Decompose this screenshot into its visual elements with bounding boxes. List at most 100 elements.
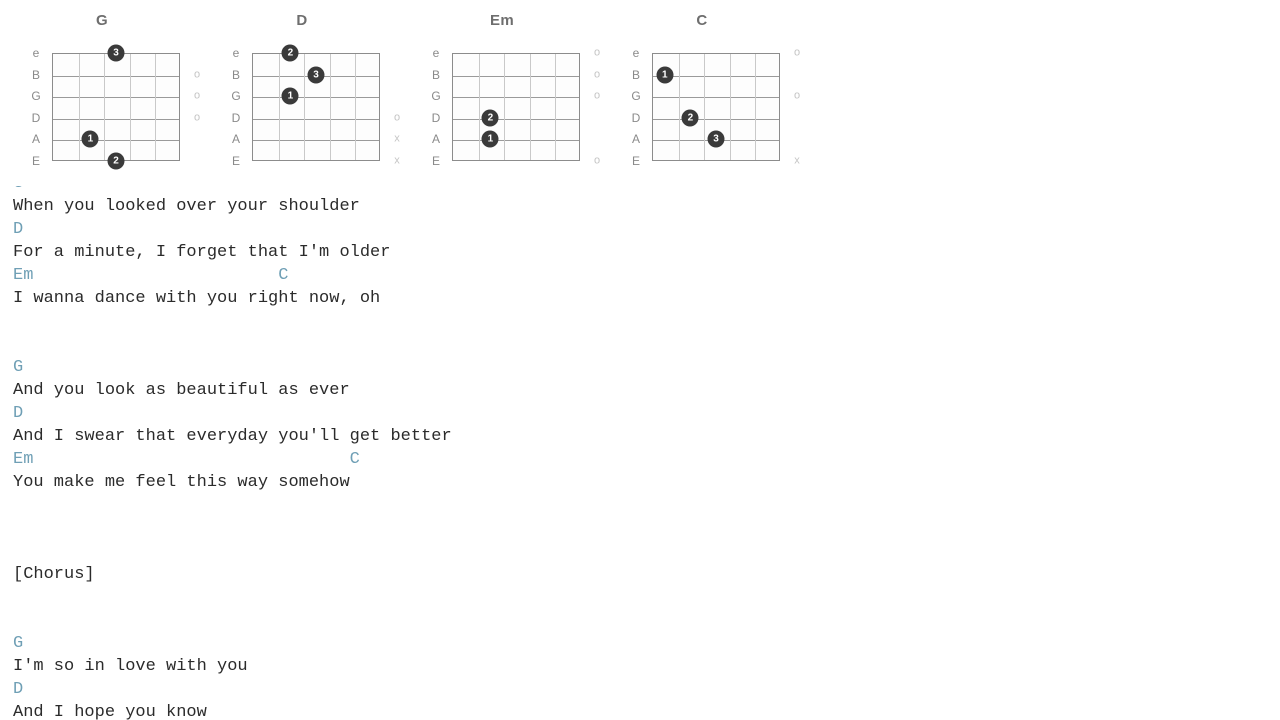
fret-line [755, 54, 757, 160]
string-label-D: D [631, 110, 641, 125]
muted-string-marker-E: x [794, 154, 800, 167]
fret-line [729, 54, 731, 160]
string-label-B: B [431, 67, 440, 82]
fret-line [504, 54, 506, 160]
string-line [53, 118, 179, 120]
chord-diagram-c: CeBGDAE 1 23 o o x [602, 0, 802, 186]
lyric-line: For a minute, I forget that I'm older [13, 243, 391, 262]
string-label-A: A [231, 132, 240, 147]
fret-line [555, 54, 557, 160]
open-string-marker-e: o [793, 46, 801, 59]
string-label-E: E [231, 154, 240, 168]
lyrics-scroll-viewport[interactable]: G When you looked over your shoulder D For … [0, 186, 1280, 720]
lyric-line: I wanna dance with you right now, oh [13, 289, 381, 308]
fret-line [529, 54, 531, 160]
string-name-column: eBGDAE [28, 47, 44, 167]
fret-line [129, 54, 131, 160]
finger-dot-3: 3 [107, 44, 125, 62]
finger-dot-2: 2 [107, 152, 125, 170]
chord-diagram-em: Em e B G D A E 2 1 o o o o [402, 0, 602, 186]
fret-line [478, 54, 480, 160]
finger-dot-2: 2 [481, 109, 499, 127]
finger-dot-1: 1 [81, 130, 99, 148]
string-label-G: G [231, 89, 241, 104]
chord-diagram-d: DeBGDAE231oxx [202, 0, 402, 186]
string-label-G: G [31, 89, 41, 104]
finger-dot-1: 1 [481, 130, 499, 148]
string-label-B: B [231, 67, 240, 82]
fret-line [155, 54, 157, 160]
lyric-line: And I swear that everyday you'll get bet… [13, 427, 452, 446]
string-label-e: e [232, 46, 240, 60]
finger-dot-3: 3 [707, 130, 725, 148]
fret-line [278, 54, 280, 160]
string-label-A: A [431, 132, 440, 147]
fret-line [355, 54, 357, 160]
chord-diagram-panel: Ge B G D A E 3 1 2 o o o De B G D A E 2 3 1 o x x Em e B G D A E 2 1 o o o o… [0, 0, 1280, 186]
string-label-G: G [631, 89, 641, 104]
finger-dot-2: 2 [681, 109, 699, 127]
chord-name-label: Em [490, 12, 514, 29]
string-label-B: B [631, 67, 640, 82]
fret-line [104, 54, 106, 160]
chord-diagram-g: GeBGDAE312ooo [2, 0, 202, 186]
string-line [53, 140, 179, 142]
string-name-column: eBGDAE [628, 47, 644, 167]
string-line [453, 97, 579, 99]
lyric-line: And you look as beautiful as ever [13, 381, 350, 400]
lyric-line: You make me feel this way somehow [13, 473, 350, 492]
chord-line: D [13, 220, 24, 239]
string-name-column: eBGDAE [428, 47, 444, 167]
string-label-E: E [431, 154, 440, 168]
finger-dot-3: 3 [307, 66, 325, 84]
string-label-E: E [31, 154, 40, 168]
string-label-e: e [632, 46, 640, 60]
chord-line: D [13, 404, 24, 423]
string-label-D: D [231, 110, 241, 125]
lyric-line: And I hope you know [13, 703, 207, 720]
string-name-column: eBGDAE [228, 47, 244, 167]
string-label-E: E [631, 154, 640, 168]
fret-grid [52, 53, 180, 161]
string-label-e: e [432, 46, 440, 60]
fretboard: eBGDAE21oooo [402, 47, 602, 173]
fret-line [678, 54, 680, 160]
fretboard: eBGDAE 1 23 o o x [602, 47, 802, 173]
section-label: [Chorus] [13, 565, 95, 584]
chord-line: Em C [13, 450, 360, 469]
string-line [453, 118, 579, 120]
string-line [53, 97, 179, 99]
fretboard: eBGDAE231oxx [202, 44, 402, 173]
string-line [653, 97, 779, 99]
chord-lyric-sheet: G When you looked over your shoulder D For … [0, 186, 1280, 720]
chord-name-label: C [696, 12, 708, 29]
fret-line [78, 54, 80, 160]
string-line [253, 97, 379, 99]
finger-dot-2: 2 [281, 44, 299, 62]
string-label-D: D [31, 110, 41, 125]
string-label-D: D [431, 110, 441, 125]
string-label-e: e [32, 46, 40, 60]
open-string-marker-G: o [793, 89, 801, 102]
string-line [253, 140, 379, 142]
string-line [453, 75, 579, 77]
fret-line [704, 54, 706, 160]
lyric-line: I'm so in love with you [13, 657, 248, 676]
string-label-G: G [431, 89, 441, 104]
fretboard: eBGDAE312ooo [2, 44, 202, 173]
string-line [53, 75, 179, 77]
string-label-A: A [631, 132, 640, 147]
chord-name-label: D [296, 12, 308, 29]
fret-line [329, 54, 331, 160]
string-line [453, 140, 579, 142]
lyric-line: When you looked over your shoulder [13, 197, 360, 216]
chord-line: G [13, 186, 1280, 195]
fret-line [304, 54, 306, 160]
string-label-A: A [31, 132, 40, 147]
